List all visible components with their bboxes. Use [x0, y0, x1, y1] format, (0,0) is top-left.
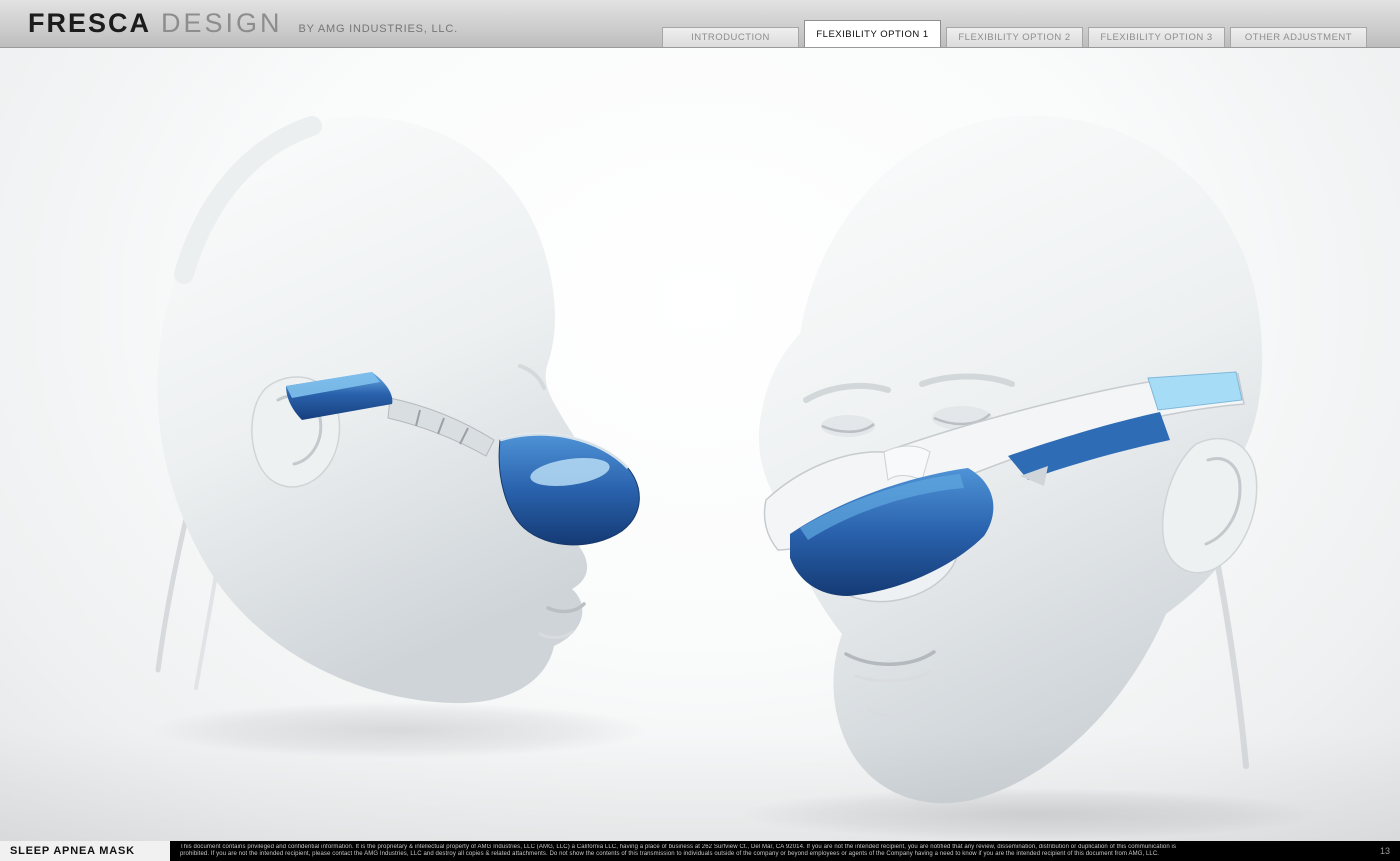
header-bar: FRESCA DESIGN BY AMG INDUSTRIES, LLC. IN…: [0, 0, 1400, 48]
legal-disclaimer: This document contains privileged and co…: [180, 844, 1368, 859]
tab-flexibility-option-1[interactable]: FLEXIBILITY OPTION 1: [804, 20, 941, 47]
render-stage: [0, 48, 1400, 841]
brand-primary: FRESCA: [28, 8, 151, 39]
footer-bar: SLEEP APNEA MASK This document contains …: [0, 841, 1400, 861]
right-head-floor-shadow: [740, 788, 1320, 840]
page: FRESCA DESIGN BY AMG INDUSTRIES, LLC. IN…: [0, 0, 1400, 861]
mask-nose-bridge: [884, 446, 930, 480]
page-number: 13: [1380, 846, 1390, 856]
left-head-floor-shadow: [150, 702, 650, 758]
strap-cord-icon: [1218, 566, 1246, 766]
mask-renders-illustration: [0, 48, 1400, 841]
brand-secondary: DESIGN: [161, 8, 283, 39]
legal-line-1: This document contains privileged and co…: [180, 844, 1368, 852]
left-head-render: [157, 116, 639, 703]
brand-byline: BY AMG INDUSTRIES, LLC.: [299, 23, 458, 35]
legal-bar: This document contains privileged and co…: [170, 841, 1400, 861]
document-title: SLEEP APNEA MASK: [0, 841, 170, 861]
tab-flexibility-option-3[interactable]: FLEXIBILITY OPTION 3: [1088, 27, 1225, 47]
nav-tabs: INTRODUCTION FLEXIBILITY OPTION 1 FLEXIB…: [662, 20, 1367, 47]
tab-introduction[interactable]: INTRODUCTION: [662, 27, 799, 47]
tab-other-adjustment[interactable]: OTHER ADJUSTMENT: [1230, 27, 1367, 47]
legal-line-2: prohibited. If you are not the intended …: [180, 851, 1368, 859]
tab-flexibility-option-2[interactable]: FLEXIBILITY OPTION 2: [946, 27, 1083, 47]
brand-logo: FRESCA DESIGN BY AMG INDUSTRIES, LLC.: [28, 8, 458, 39]
right-head-render: [759, 116, 1262, 804]
eye-left: [821, 415, 875, 437]
